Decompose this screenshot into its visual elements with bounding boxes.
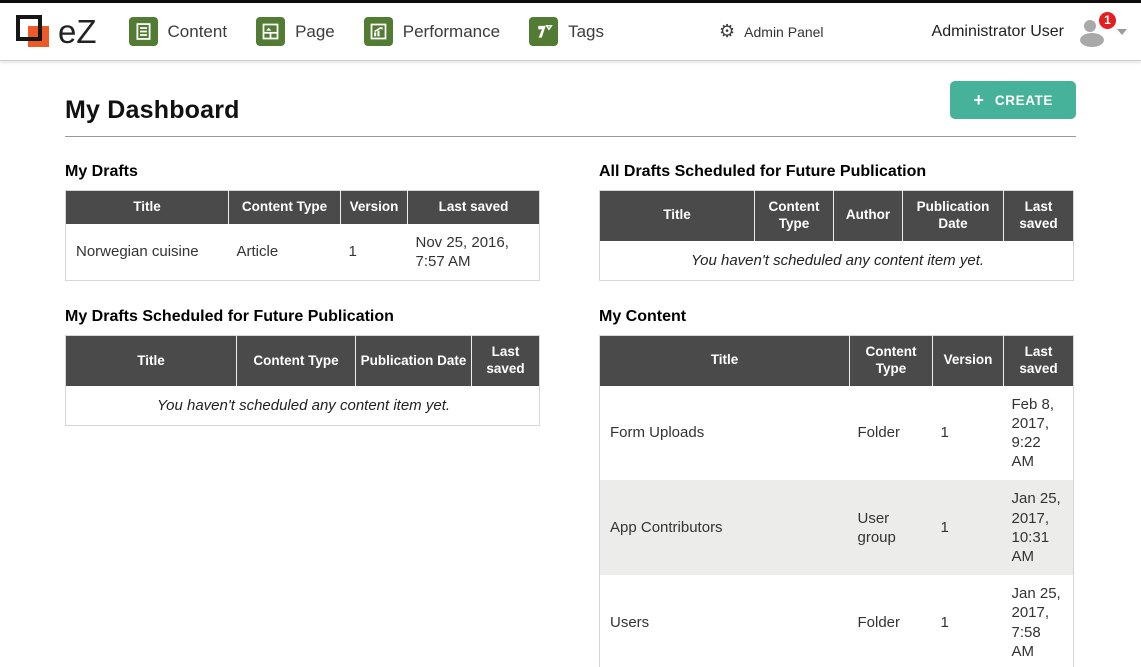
dashboard-columns: My Drafts Title Content Type Version Las… — [65, 163, 1076, 667]
notification-badge: 1 — [1098, 11, 1117, 30]
table-row[interactable]: Users Folder 1 Jan 25, 2017, 7:58 AM — [600, 575, 1074, 667]
content-title-cell: Users — [600, 575, 850, 667]
column-header: Title — [600, 191, 755, 241]
table-header-row: Title Content Type Author Publication Da… — [600, 191, 1074, 241]
user-menu[interactable]: Administrator User 1 — [932, 17, 1127, 47]
version-cell: 1 — [933, 480, 1004, 575]
table-header-row: Title Content Type Publication Date Last… — [66, 336, 540, 386]
section-title-my-content: My Content — [599, 308, 1073, 326]
version-cell: 1 — [341, 224, 408, 281]
table-row[interactable]: Norwegian cuisine Article 1 Nov 25, 2016… — [66, 224, 540, 281]
column-header: Publication Date — [903, 191, 1004, 241]
column-header: Title — [66, 336, 237, 386]
nav-item-performance[interactable]: Performance — [364, 17, 500, 46]
nav-item-tags[interactable]: Tags — [529, 17, 604, 46]
page-title: My Dashboard — [65, 96, 240, 125]
last-saved-cell: Nov 25, 2016, 7:57 AM — [408, 224, 540, 281]
content-title-cell: App Contributors — [600, 480, 850, 575]
column-header: Content Type — [229, 191, 341, 224]
content-type-cell: Article — [229, 224, 341, 281]
nav-label-performance: Performance — [403, 22, 500, 42]
dashboard-content: My Dashboard + CREATE My Drafts Title Co… — [0, 61, 1141, 667]
ez-logo-mark-icon — [15, 12, 55, 52]
nav-label-content: Content — [168, 22, 228, 42]
column-header: Publication Date — [356, 336, 472, 386]
empty-state-row: You haven't scheduled any content item y… — [66, 386, 540, 426]
version-cell: 1 — [933, 386, 1004, 481]
admin-panel-button[interactable]: ⚙ Admin Panel — [719, 23, 824, 41]
chevron-down-icon[interactable] — [1117, 29, 1127, 35]
all-drafts-scheduled-section: All Drafts Scheduled for Future Publicat… — [599, 163, 1073, 281]
tags-icon — [529, 17, 558, 46]
column-header: Content Type — [237, 336, 356, 386]
performance-icon — [364, 17, 393, 46]
content-type-cell: User group — [850, 480, 933, 575]
create-button[interactable]: + CREATE — [950, 81, 1076, 119]
content-type-cell: Folder — [850, 386, 933, 481]
column-header: Last saved — [408, 191, 540, 224]
column-header: Title — [66, 191, 229, 224]
section-title-all-drafts-scheduled: All Drafts Scheduled for Future Publicat… — [599, 163, 1073, 181]
plus-icon: + — [973, 91, 984, 109]
right-column: All Drafts Scheduled for Future Publicat… — [599, 163, 1073, 667]
main-nav: Content Page — [129, 17, 634, 46]
my-drafts-table: Title Content Type Version Last saved No… — [65, 190, 540, 281]
page-header: My Dashboard + CREATE — [65, 61, 1076, 137]
ez-logo[interactable]: eZ — [15, 12, 97, 52]
content-title-cell: Form Uploads — [600, 386, 850, 481]
empty-state-message: You haven't scheduled any content item y… — [600, 241, 1074, 281]
my-drafts-scheduled-table: Title Content Type Publication Date Last… — [65, 335, 540, 426]
column-header: Last saved — [472, 336, 540, 386]
table-row[interactable]: Form Uploads Folder 1 Feb 8, 2017, 9:22 … — [600, 386, 1074, 481]
column-header: Version — [933, 335, 1004, 385]
ez-logo-text: eZ — [58, 15, 97, 48]
left-column: My Drafts Title Content Type Version Las… — [65, 163, 539, 667]
table-header-row: Title Content Type Version Last saved — [66, 191, 540, 224]
version-cell: 1 — [933, 575, 1004, 667]
content-icon — [129, 17, 158, 46]
nav-item-page[interactable]: Page — [256, 17, 335, 46]
draft-title-cell: Norwegian cuisine — [66, 224, 229, 281]
my-drafts-section: My Drafts Title Content Type Version Las… — [65, 163, 539, 281]
column-header: Author — [834, 191, 903, 241]
my-drafts-scheduled-section: My Drafts Scheduled for Future Publicati… — [65, 308, 539, 426]
avatar[interactable]: 1 — [1077, 17, 1109, 47]
gear-icon: ⚙ — [719, 23, 735, 41]
empty-state-message: You haven't scheduled any content item y… — [66, 386, 540, 426]
create-button-label: CREATE — [995, 93, 1053, 108]
nav-label-tags: Tags — [568, 22, 604, 42]
my-content-table: Title Content Type Version Last saved Fo… — [599, 335, 1074, 667]
section-title-my-drafts-scheduled: My Drafts Scheduled for Future Publicati… — [65, 308, 539, 326]
page-icon — [256, 17, 285, 46]
section-title-my-drafts: My Drafts — [65, 163, 539, 181]
column-header: Last saved — [1004, 191, 1074, 241]
top-navigation-bar: eZ Content Pag — [0, 3, 1141, 61]
column-header: Content Type — [755, 191, 834, 241]
user-name: Administrator User — [932, 23, 1064, 41]
last-saved-cell: Feb 8, 2017, 9:22 AM — [1004, 386, 1074, 481]
all-drafts-scheduled-table: Title Content Type Author Publication Da… — [599, 190, 1074, 281]
my-content-section: My Content Title Content Type Version La… — [599, 308, 1073, 667]
empty-state-row: You haven't scheduled any content item y… — [600, 241, 1074, 281]
column-header: Last saved — [1004, 335, 1074, 385]
table-row[interactable]: App Contributors User group 1 Jan 25, 20… — [600, 480, 1074, 575]
table-header-row: Title Content Type Version Last saved — [600, 335, 1074, 385]
last-saved-cell: Jan 25, 2017, 10:31 AM — [1004, 480, 1074, 575]
column-header: Version — [341, 191, 408, 224]
admin-panel-label: Admin Panel — [744, 24, 823, 40]
content-type-cell: Folder — [850, 575, 933, 667]
column-header: Title — [600, 335, 850, 385]
nav-item-content[interactable]: Content — [129, 17, 228, 46]
nav-label-page: Page — [295, 22, 335, 42]
last-saved-cell: Jan 25, 2017, 7:58 AM — [1004, 575, 1074, 667]
column-header: Content Type — [850, 335, 933, 385]
